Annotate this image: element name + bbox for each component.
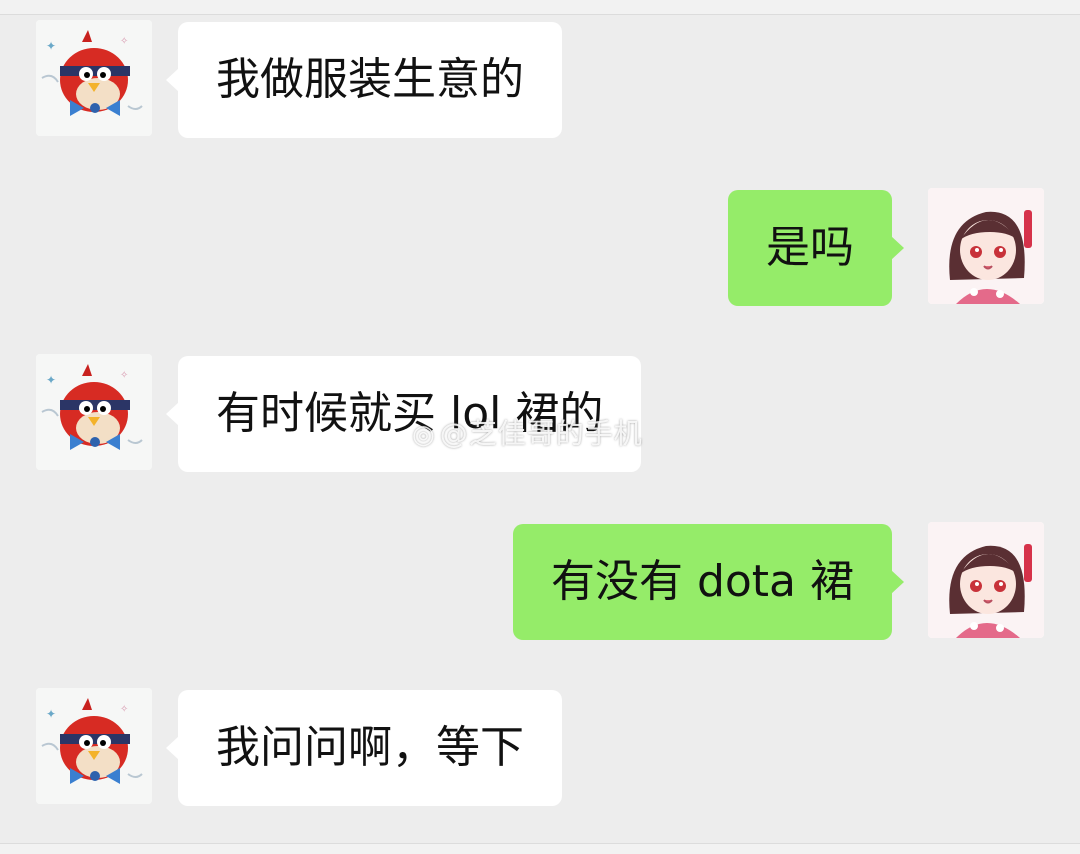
message-row: ✦ ✧ 我做服装生意的	[0, 20, 1080, 140]
red-bird-avatar[interactable]: ✦ ✧	[36, 688, 152, 804]
anime-girl-avatar[interactable]	[928, 188, 1044, 304]
message-row: 是吗	[0, 188, 1080, 308]
svg-text:✧: ✧	[120, 36, 128, 47]
message-bubble[interactable]: 有没有 dota 裙	[512, 524, 905, 640]
anime-girl-avatar[interactable]	[928, 522, 1044, 638]
message-bubble[interactable]: 是吗	[728, 190, 904, 306]
svg-text:✦: ✦	[46, 39, 56, 53]
svg-text:✧: ✧	[120, 370, 128, 381]
svg-text:✦: ✦	[46, 373, 56, 387]
message-bubble[interactable]: 我做服装生意的	[166, 22, 562, 138]
bottom-divider	[0, 843, 1080, 854]
svg-text:✧: ✧	[120, 704, 128, 715]
message-row: ✦ ✧ 我问问啊，等下	[0, 688, 1080, 808]
red-bird-avatar[interactable]: ✦ ✧	[36, 20, 152, 136]
top-divider	[0, 0, 1080, 15]
message-bubble[interactable]: 有时候就买 lol 裙的	[165, 356, 642, 472]
message-row: 有没有 dota 裙	[0, 522, 1080, 642]
svg-text:✦: ✦	[46, 707, 56, 721]
message-row: ✦ ✧ 有时候就买 lol 裙的	[0, 354, 1080, 474]
red-bird-avatar[interactable]: ✦ ✧	[36, 354, 152, 470]
message-bubble[interactable]: 我问问啊，等下	[166, 690, 562, 806]
